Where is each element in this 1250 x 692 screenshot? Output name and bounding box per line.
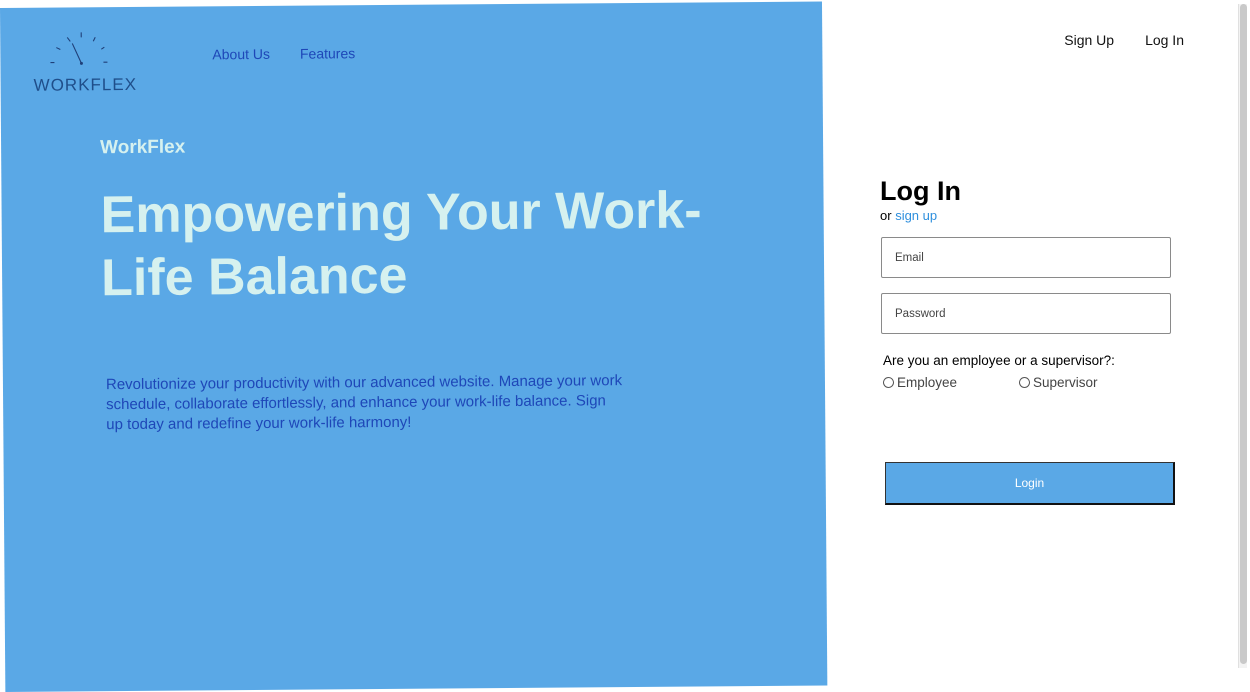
scrollbar-thumb[interactable]: [1240, 4, 1247, 664]
login-title: Log In: [880, 176, 961, 206]
role-supervisor-option[interactable]: Supervisor: [1019, 375, 1098, 390]
hero-panel: WORKFLEX About Us Features WorkFlex Empo…: [0, 1, 828, 692]
login-button[interactable]: Login: [885, 462, 1175, 505]
supervisor-label: Supervisor: [1033, 375, 1098, 390]
logo[interactable]: WORKFLEX: [32, 29, 143, 100]
login-form: Log In or sign up Are you an employee or…: [880, 176, 1180, 505]
email-field[interactable]: [881, 237, 1171, 278]
sign-up-prompt: or sign up: [880, 208, 1180, 223]
clock-icon: [50, 32, 108, 65]
brand-name: WorkFlex: [100, 136, 186, 159]
role-employee-option[interactable]: Employee: [883, 375, 957, 390]
password-field[interactable]: [881, 293, 1171, 334]
hero-nav: About Us Features: [212, 45, 355, 62]
hero-description: Revolutionize your productivity with our…: [105, 372, 623, 433]
employee-radio[interactable]: [883, 377, 894, 388]
sign-up-link[interactable]: sign up: [895, 208, 937, 223]
top-sign-up-link[interactable]: Sign Up: [1064, 32, 1114, 48]
top-nav: Sign Up Log In: [1064, 32, 1184, 48]
employee-label: Employee: [897, 375, 958, 390]
supervisor-radio[interactable]: [1019, 377, 1030, 388]
page: WORKFLEX About Us Features WorkFlex Empo…: [0, 0, 1250, 692]
top-log-in-link[interactable]: Log In: [1145, 32, 1184, 48]
nav-features[interactable]: Features: [300, 45, 355, 61]
logo-text: WORKFLEX: [33, 74, 138, 95]
or-text: or: [880, 207, 892, 223]
nav-about-us[interactable]: About Us: [212, 46, 270, 62]
scrollbar[interactable]: [1238, 4, 1247, 668]
role-question: Are you an employee or a supervisor?:: [883, 353, 1115, 368]
hero-headline: Empowering Your Work-Life Balance: [100, 181, 702, 308]
